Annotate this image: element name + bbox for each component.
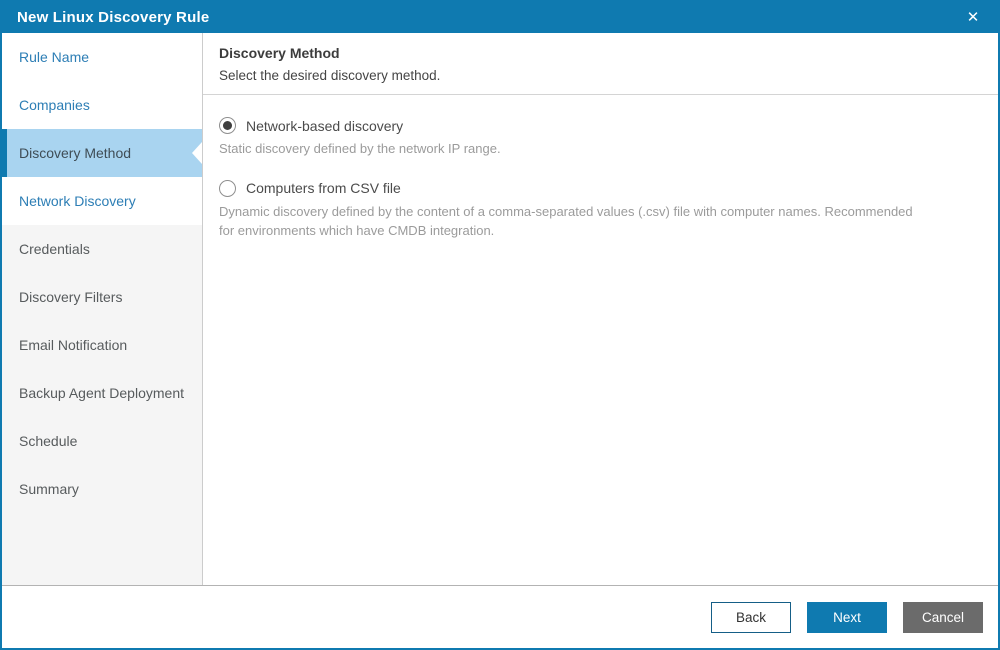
discovery-method-options: Network-based discovery Static discovery… (203, 95, 998, 262)
sidebar-filler (2, 513, 202, 585)
window-title: New Linux Discovery Rule (17, 9, 210, 26)
radio-network-based-discovery[interactable] (219, 117, 236, 134)
network-based-discovery-description: Static discovery defined by the network … (219, 141, 501, 156)
wizard-steps-sidebar: Rule Name Companies Discovery Method Net… (2, 33, 203, 585)
wizard-footer: Back Next Cancel (2, 586, 998, 648)
step-subtitle: Select the desired discovery method. (219, 68, 441, 83)
next-button[interactable]: Next (807, 601, 887, 633)
computers-from-csv-description: Dynamic discovery defined by the content… (219, 203, 913, 238)
sidebar-item-discovery-method[interactable]: Discovery Method (2, 129, 202, 177)
wizard-dialog: New Linux Discovery Rule ✕ Rule Name Com… (0, 0, 1000, 650)
sidebar-item-email-notification: Email Notification (2, 321, 202, 369)
sidebar-item-discovery-filters: Discovery Filters (2, 273, 202, 321)
option-computers-from-csv: Computers from CSV file Dynamic discover… (219, 179, 978, 241)
main-area: Rule Name Companies Discovery Method Net… (2, 33, 998, 586)
step-content: Discovery Method Select the desired disc… (203, 33, 998, 585)
sidebar-item-schedule: Schedule (2, 417, 202, 465)
sidebar-item-backup-agent-deployment: Backup Agent Deployment (2, 369, 202, 417)
computers-from-csv-label[interactable]: Computers from CSV file (246, 180, 401, 196)
network-based-discovery-row[interactable]: Network-based discovery (219, 117, 978, 134)
sidebar-item-credentials: Credentials (2, 225, 202, 273)
sidebar-item-rule-name[interactable]: Rule Name (2, 33, 202, 81)
radio-computers-from-csv[interactable] (219, 179, 236, 197)
step-header: Discovery Method Select the desired disc… (203, 33, 998, 95)
step-title: Discovery Method (219, 45, 340, 61)
title-bar: New Linux Discovery Rule ✕ (2, 2, 998, 33)
network-based-discovery-label[interactable]: Network-based discovery (246, 118, 403, 134)
computers-from-csv-row[interactable]: Computers from CSV file (219, 179, 978, 197)
sidebar-item-companies[interactable]: Companies (2, 81, 202, 129)
close-icon[interactable]: ✕ (960, 5, 986, 31)
sidebar-item-summary: Summary (2, 465, 202, 513)
cancel-button[interactable]: Cancel (903, 601, 983, 633)
sidebar-item-network-discovery[interactable]: Network Discovery (2, 177, 202, 225)
option-network-based-discovery: Network-based discovery Static discovery… (219, 117, 978, 159)
back-button[interactable]: Back (711, 601, 791, 633)
